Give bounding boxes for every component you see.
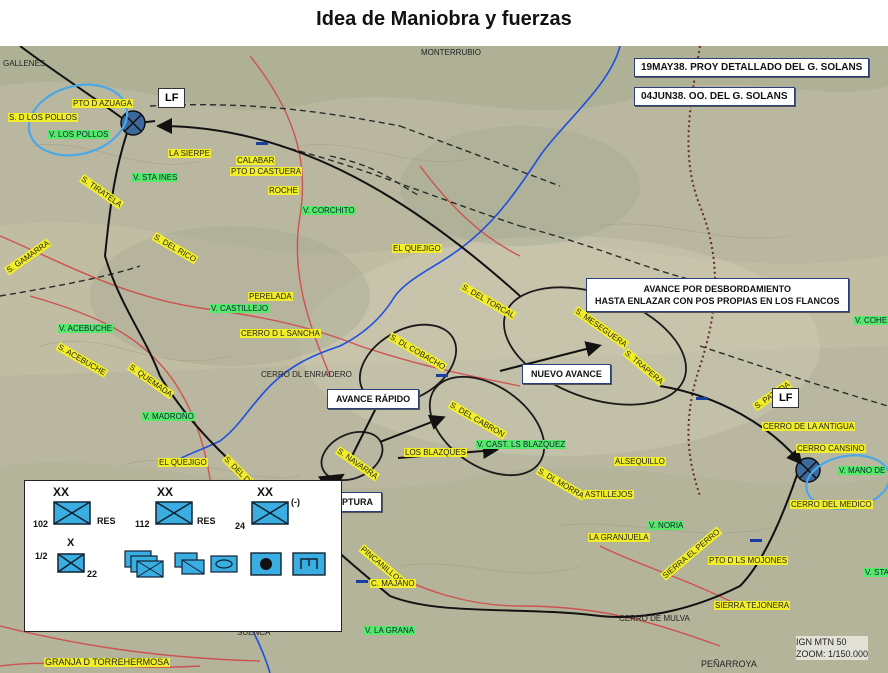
place-label: V. LOS POLLOS: [48, 130, 110, 139]
callout-line-2: HASTA ENLAZAR CON POS PROPIAS EN LOS FLA…: [595, 296, 840, 306]
place-label: ALSEQUILLO: [614, 457, 666, 466]
place-label: PTO D LS MOJONES: [708, 556, 789, 565]
place-label: SIERRA TEJONERA: [714, 601, 791, 610]
place-label: CALABAR: [236, 156, 276, 165]
place-label: V. MADROÑO: [142, 412, 195, 421]
artillery-unit-icon: [250, 552, 282, 576]
place-label: V. STA INES: [132, 173, 179, 182]
scale-info: IGN MTN 50 ZOOM: 1/150.000: [796, 636, 869, 660]
oo-box: 04JUN38. OO. DEL G. SOLANS: [634, 87, 795, 106]
proy-box: 19MAY38. PROY DETALLADO DEL G. SOLANS: [634, 58, 870, 77]
place-label: PTO D AZUAGA: [72, 99, 133, 108]
place-label: LA GRANJUELA: [588, 533, 650, 542]
place-label: V. COHE: [854, 316, 888, 325]
armor-unit-icon: [210, 555, 238, 573]
echelon-mark: X: [67, 537, 75, 549]
place-label: GRANJA D TORREHERMOSA: [44, 657, 171, 667]
place-label: V. CAST. LS BLAZQUEZ: [476, 440, 567, 449]
place-label: CERRO DL ENRIADERO: [261, 370, 352, 379]
lf-label-east: LF: [772, 388, 800, 408]
place-label: EL QUEJIGO: [392, 244, 442, 253]
infantry-unit-icon: [53, 501, 91, 525]
unit-number: 112: [135, 519, 150, 529]
place-label: S. D LOS POLLOS: [8, 113, 79, 122]
callout-line-1: AVANCE POR DESBORDAMIENTO: [643, 284, 792, 294]
place-label: V. LA GRANA: [364, 626, 416, 635]
place-label: LA SIERPE: [168, 149, 211, 158]
place-label: CERRO DEL MEDICO: [790, 500, 873, 509]
place-label: V. MANO DE: [838, 466, 887, 475]
echelon-mark: XX: [157, 485, 174, 499]
place-label: CERRO DE MULVA: [619, 614, 690, 623]
unit-number: 24: [235, 521, 246, 531]
place-label: ROCHE: [268, 186, 299, 195]
place-label: C. MAJANO: [370, 579, 416, 588]
avance-rapido-callout: AVANCE RÁPIDO: [327, 389, 420, 409]
place-label: LOS BLAZQUES: [404, 448, 467, 457]
brigade-unit-icon: [57, 553, 85, 573]
place-label: GALLENES: [3, 59, 46, 68]
stacked-units-icon: [124, 550, 164, 578]
forces-legend: XX 102 RES XX 112 RES XX 24 (-) X 1/2 22: [24, 480, 342, 632]
scale-line-2: ZOOM: 1/150.000: [796, 649, 869, 659]
infantry-unit-icon: [155, 501, 193, 525]
echelon-mark: XX: [53, 485, 70, 499]
place-label: EL QUEJIGO: [158, 458, 208, 467]
place-label: V. NORIA: [648, 521, 685, 530]
avance-desbordamiento-callout: AVANCE POR DESBORDAMIENTO HASTA ENLAZAR …: [586, 278, 849, 312]
nuevo-avance-callout: NUEVO AVANCE: [522, 364, 611, 384]
engineer-unit-icon: [292, 552, 326, 576]
unit-suffix: (-): [291, 497, 300, 507]
place-label: V. CORCHITO: [302, 206, 356, 215]
double-unit-icon: [174, 552, 205, 575]
unit-number: 102: [33, 519, 49, 529]
scale-line-1: IGN MTN 50: [796, 637, 847, 647]
place-label: V. STA: [864, 568, 888, 577]
place-label: MONTERRUBIO: [421, 48, 481, 57]
row2-left-bottom: 22: [87, 569, 98, 579]
page-title: Idea de Maniobra y fuerzas: [316, 8, 572, 30]
infantry-unit-icon: [251, 501, 289, 525]
lf-label-west: LF: [158, 88, 186, 108]
echelon-mark: XX: [257, 485, 274, 499]
row2-left-top: 1/2: [35, 551, 48, 561]
place-label: PERELADA: [248, 292, 293, 301]
unit-suffix: RES: [197, 516, 216, 526]
place-label: PEÑARROYA: [701, 659, 757, 669]
place-label: ASTILLEJOS: [584, 490, 634, 499]
place-label: PTO D CASTUERA: [230, 167, 303, 176]
place-label: CERRO CANSINO: [796, 444, 866, 453]
place-label: V. ACEBUCHE: [58, 324, 114, 333]
unit-suffix: RES: [97, 516, 116, 526]
place-label: CERRO D L SANCHA: [240, 329, 321, 338]
place-label: V. CASTILLEJO: [210, 304, 270, 313]
place-label: CERRO DE LA ANTIGUA: [762, 422, 856, 431]
